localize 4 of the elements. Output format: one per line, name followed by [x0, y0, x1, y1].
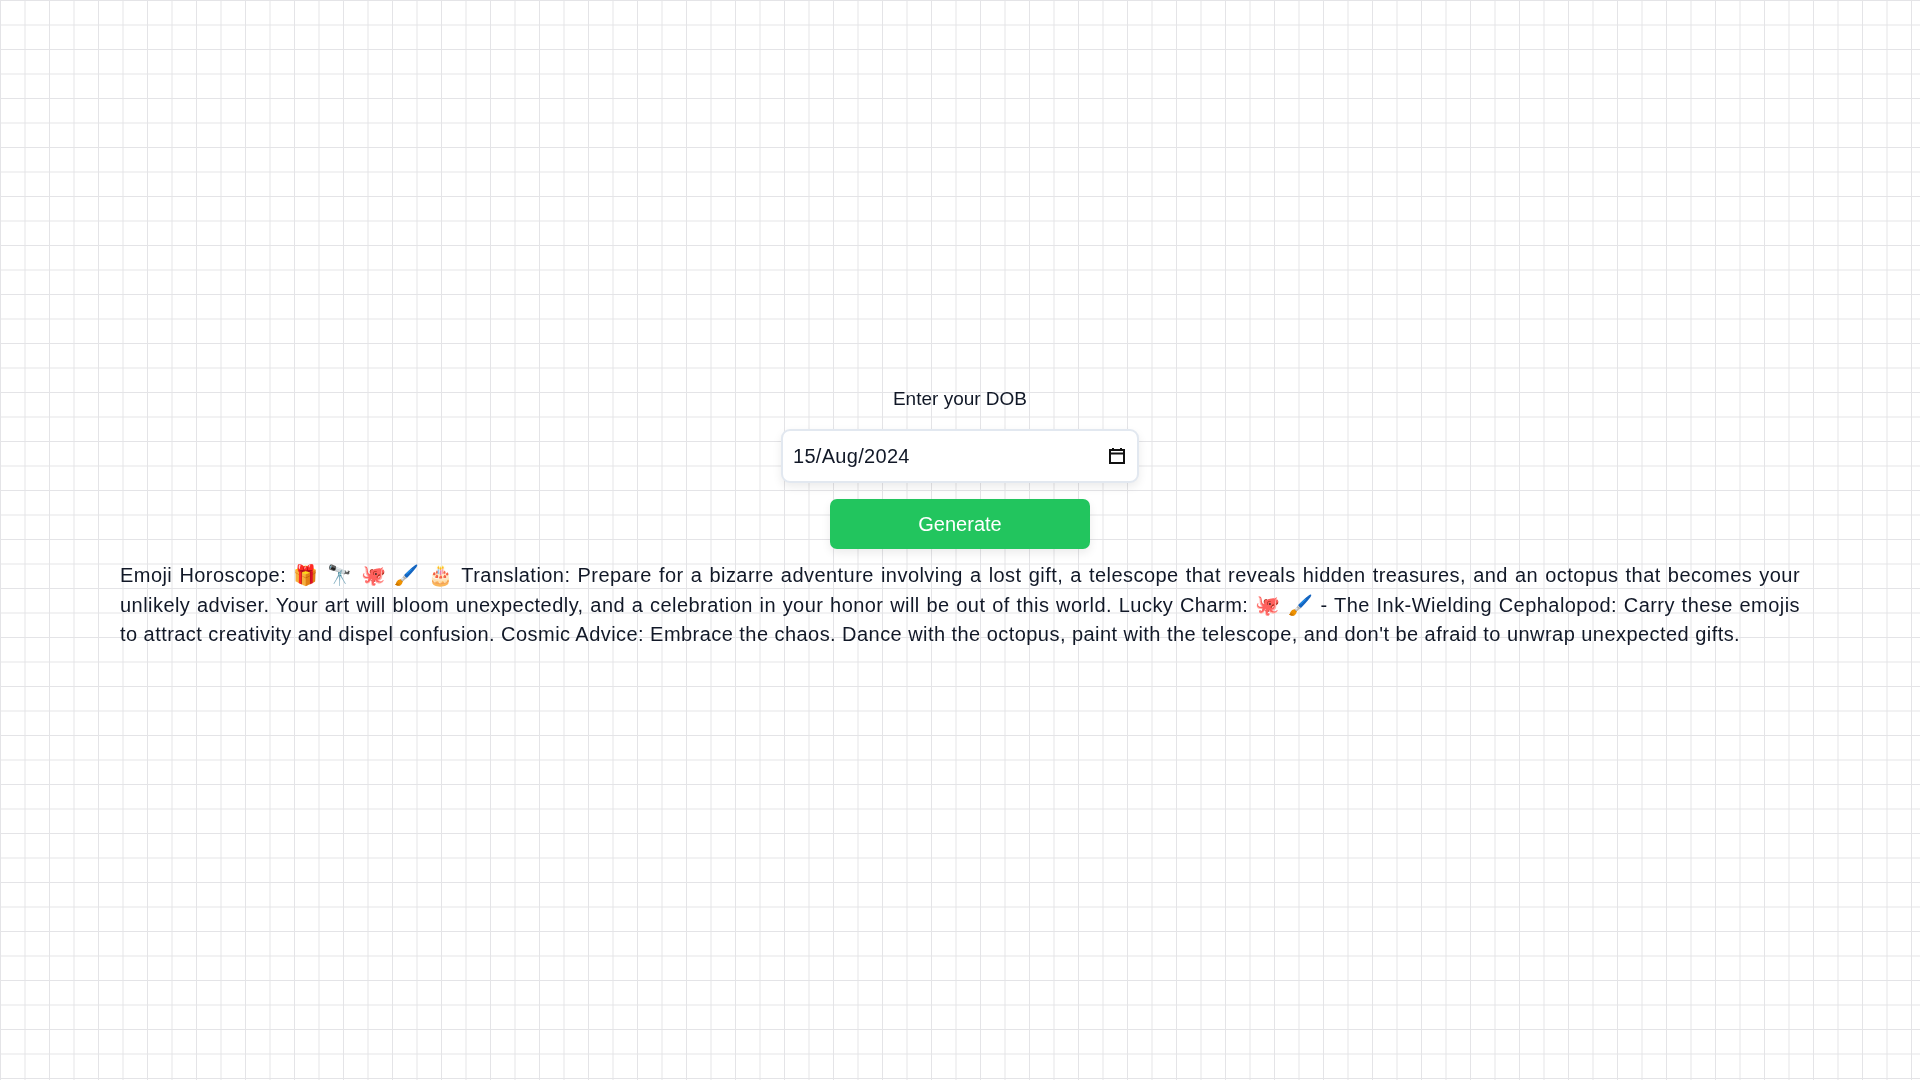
date-field[interactable]: 15/Aug/2024 [781, 429, 1139, 483]
horoscope-text: Emoji Horoscope: 🎁 🔭 🐙 🖌 🎂 Translation: Prepare for a bizarre adventure involving a lost gift, a telescope that reveals hidden treasures, and an octopus that becomes your unlikely adviser. Your art will bloom unexpectedly, and a celebration in your honor will be out of this world. Lucky Charm: 🐙 🖌 - The Ink-Wielding Cephalopod: Carry these emojis to attract creativity and dispel confusion. Cosmic Advice: Embrace the chaos. Dance with the octopus, paint with the telescope, and don't be afraid to unwrap unexpected gifts. [120, 563, 1800, 647]
field-label: Enter your DOB [892, 388, 1028, 410]
calendar-icon[interactable] [1108, 447, 1126, 465]
